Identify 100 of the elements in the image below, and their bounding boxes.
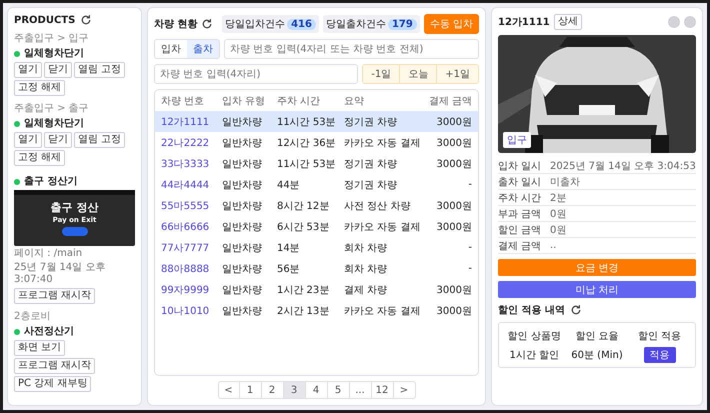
day-button[interactable]: -1일 xyxy=(363,65,400,83)
field-label: 부과 금액 xyxy=(498,208,542,220)
table-cell-text: 44라4444 xyxy=(161,178,210,192)
control-button[interactable]: 닫기 xyxy=(44,62,72,78)
table-cell-text: 11시간 53분 xyxy=(277,158,337,170)
table-cell-text: 33다3333 xyxy=(161,158,210,170)
tab[interactable]: 출차 xyxy=(187,40,219,58)
column-header: 입차 유형 xyxy=(222,94,266,108)
control-button[interactable]: 열기 xyxy=(14,62,42,78)
field-value: 2025년 7월 14일 오후 3:04:53 xyxy=(550,160,696,172)
control-button[interactable]: 고정 해제 xyxy=(14,150,66,166)
table-cell-text: 3000원 xyxy=(436,220,472,234)
table-cell-text: 일반차량 xyxy=(222,262,263,276)
table-cell-text: 3000원 xyxy=(436,158,472,170)
page-button[interactable]: < xyxy=(218,381,240,399)
page-button[interactable]: ... xyxy=(350,381,372,399)
column-header: 주차 시간 xyxy=(277,94,322,108)
control-button[interactable]: 고정 해제 xyxy=(14,80,66,96)
table-cell-text: 8시간 12분 xyxy=(277,200,330,212)
table-row[interactable]: 66바6666 일반차량 6시간 53분 카카오 자동 결제 3000원 xyxy=(155,216,478,237)
table-row[interactable]: 55마5555 일반차량 8시간 12분 사전 정산 차량 3000원 xyxy=(155,195,478,216)
timestamp: 25년 7월 14일 오후 3:07:40 xyxy=(14,262,106,286)
field-value: 미출차 xyxy=(550,176,580,188)
count-value: 179 xyxy=(388,18,417,30)
table-row[interactable]: 10나1010 일반차량 2시간 13분 카카오 자동 결제 3000원 xyxy=(155,300,478,321)
control-button[interactable]: 열림 고정 xyxy=(74,132,126,148)
page-button[interactable]: 3 xyxy=(284,381,306,399)
table-cell-text: 12시간 36분 xyxy=(277,136,337,150)
table-cell-text: 88아8888 xyxy=(161,262,210,276)
count-value: 416 xyxy=(287,18,316,30)
control-button[interactable]: 열림 고정 xyxy=(74,62,126,78)
action-button[interactable]: 미납 처리 xyxy=(498,281,696,298)
plate-field[interactable]: 차량 번호 입력(4자리) xyxy=(154,64,358,84)
table-cell-text: 정기권 차량 xyxy=(344,116,398,128)
table-cell-text: 일반차량 xyxy=(222,220,263,234)
refresh-icon[interactable] xyxy=(570,304,582,316)
page-button[interactable]: 4 xyxy=(306,381,328,399)
column-header: 결제 금액 xyxy=(428,94,472,108)
control-button[interactable]: 프로그램 재시작 xyxy=(14,288,96,304)
table-cell-text: 일반차량 xyxy=(222,136,263,150)
table-cell-text: 일반차량 xyxy=(222,200,263,212)
column-header: 할인 요율 xyxy=(574,330,620,342)
control-button[interactable]: 닫기 xyxy=(44,132,72,148)
control-button[interactable]: 화면 보기 xyxy=(14,340,66,356)
count-label: 당일출차건수 xyxy=(326,18,386,31)
field-label: 주차 시간 xyxy=(498,192,542,204)
page-button[interactable]: 5 xyxy=(328,381,350,399)
table-row[interactable]: 99자9999 일반차량 1시간 23분 결제 차량 3000원 xyxy=(155,279,478,300)
page-button[interactable]: > xyxy=(394,381,416,399)
table-cell-text: 정기권 차량 xyxy=(344,158,398,170)
table-row[interactable]: 77사7777 일반차량 14분 회차 차량 - xyxy=(155,237,478,258)
location-path: 주출입구 > 입구 xyxy=(14,33,90,45)
table-row[interactable]: 33다3333 일반차량 11시간 53분 정기권 차량 3000원 xyxy=(155,153,478,174)
preview-heading: 출구 정산 xyxy=(50,200,98,215)
panel-title: 차량 현황 xyxy=(154,18,198,31)
section-title: 할인 적용 내역 xyxy=(498,304,565,317)
table-cell-text: 1시간 할인 xyxy=(508,348,560,362)
refresh-icon[interactable] xyxy=(201,18,214,30)
apply-button[interactable]: 적용 xyxy=(644,346,676,362)
table-cell-text: 회차 차량 xyxy=(344,242,388,254)
page-button[interactable]: 2 xyxy=(262,381,284,399)
plate-title: 12가1111 xyxy=(498,16,550,29)
control-button[interactable]: 프로그램 재시작 xyxy=(14,358,96,374)
table-row[interactable]: 12가1111 일반차량 11시간 53분 정기권 차량 3000원 xyxy=(155,111,478,132)
table-cell-text: 일반차량 xyxy=(222,178,263,192)
table-cell-text: 56분 xyxy=(277,262,301,276)
field-label: 출차 일시 xyxy=(498,176,542,188)
table-cell-text: 정기권 차량 xyxy=(344,178,398,192)
control-button[interactable]: 열기 xyxy=(14,132,42,148)
day-button[interactable]: +1일 xyxy=(436,65,478,83)
day-button[interactable]: 오늘 xyxy=(399,65,436,83)
page-button[interactable]: 1 xyxy=(240,381,262,399)
table-cell-text: 3000원 xyxy=(436,116,472,128)
column-header: 할인 적용 xyxy=(637,330,682,342)
column-header: 요약 xyxy=(344,94,365,108)
table-cell-text: 3000원 xyxy=(436,136,472,150)
page-button[interactable]: 12 xyxy=(372,381,394,399)
detail-button[interactable]: 상세 xyxy=(554,14,582,30)
table-row[interactable]: 88아8888 일반차량 56분 회차 차량 - xyxy=(155,258,478,279)
table-cell-text: 2시간 13분 xyxy=(277,304,330,318)
table-cell-text: - xyxy=(467,263,472,274)
search-field[interactable]: 차량 번호 입력(4자리 또는 차량 번호 전체) xyxy=(224,39,479,59)
panel-title: PRODUCTS xyxy=(14,14,76,26)
column-header: 할인 상품명 xyxy=(506,330,562,342)
table-cell-text: 77사7777 xyxy=(161,242,210,254)
table-cell-text: - xyxy=(467,242,472,253)
location-path: 주출입구 > 출구 xyxy=(14,103,90,115)
control-button[interactable]: PC 강제 재부팅 xyxy=(14,376,92,392)
table-cell-text: 6시간 53분 xyxy=(277,220,330,234)
refresh-icon[interactable] xyxy=(80,14,92,26)
table-cell-text: 11시간 53분 xyxy=(277,116,337,128)
table-cell-text: 44분 xyxy=(277,178,301,192)
table-row[interactable]: 44라4444 일반차량 44분 정기권 차량 - xyxy=(155,174,478,195)
device-name: 일체형차단기 xyxy=(24,47,84,60)
field-label: 할인 금액 xyxy=(498,224,542,236)
table-cell-text: 카카오 자동 결제 xyxy=(344,220,422,234)
table-row[interactable]: 22나2222 일반차량 12시간 36분 카카오 자동 결제 3000원 xyxy=(155,132,478,153)
field-value: 0원 xyxy=(550,224,568,236)
table-cell-text: 99자9999 xyxy=(161,284,210,296)
table-cell-text: 3000원 xyxy=(436,284,472,296)
